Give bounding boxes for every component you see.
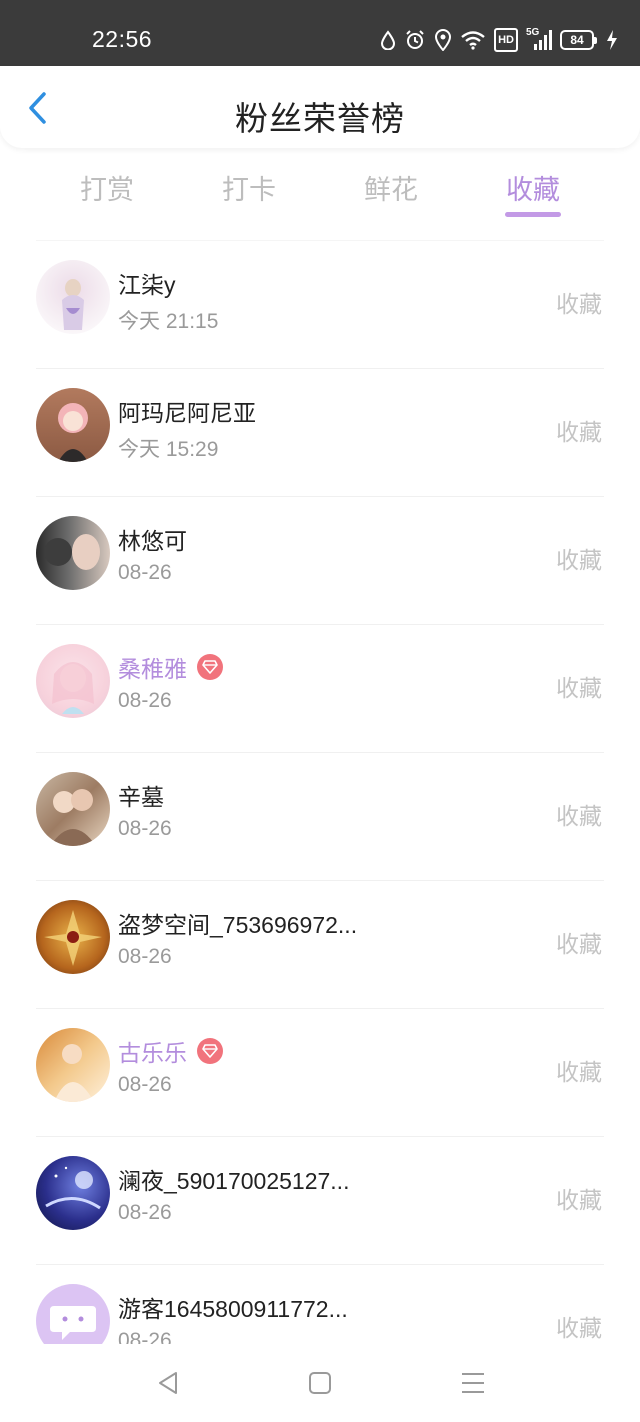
diamond-icon (197, 654, 223, 680)
alarm-icon (404, 28, 426, 52)
fan-time: 08-26 (118, 1329, 172, 1344)
name-line: 林悠可 (118, 522, 187, 556)
nav-back-button[interactable] (148, 1366, 188, 1400)
avatar[interactable] (36, 1028, 110, 1102)
fan-time: 08-26 (118, 561, 172, 584)
list-item[interactable]: 林悠可 08-26 收藏 (36, 496, 604, 624)
name-line: 盗梦空间_753696972... (118, 906, 357, 940)
charging-icon (606, 28, 618, 52)
fan-name: 阿玛尼阿尼亚 (118, 400, 256, 426)
avatar[interactable] (36, 772, 110, 846)
diamond-icon (197, 1038, 223, 1064)
list-item[interactable]: 游客1645800911772... 08-26 收藏 (36, 1264, 604, 1344)
status-icons: HD 5G 84 (380, 26, 618, 54)
nav-menu-button[interactable] (453, 1366, 493, 1400)
menu-lines-icon (462, 1373, 484, 1393)
fan-time: 今天 21:15 (118, 310, 219, 333)
action-label: 收藏 (556, 1059, 602, 1085)
status-bar: 22:56 HD 5G 84 (0, 0, 640, 66)
name-line: 澜夜_590170025127... (118, 1162, 349, 1196)
battery-icon: 84 (560, 30, 597, 50)
tab-checkin[interactable]: 打卡 (199, 168, 299, 207)
fan-name: 江柒y (118, 272, 176, 298)
app-header: 粉丝荣誉榜 (0, 66, 640, 148)
tab-favorites[interactable]: 收藏 (483, 168, 583, 207)
fan-name: 盗梦空间_753696972... (118, 912, 358, 938)
avatar[interactable] (36, 1284, 110, 1344)
wifi-icon (460, 28, 486, 52)
avatar[interactable] (36, 900, 110, 974)
tab-tip[interactable]: 打赏 (57, 168, 157, 207)
list-item[interactable]: 盗梦空间_753696972... 08-26 收藏 (36, 880, 604, 1008)
list-item[interactable]: 古乐乐 08-26 收藏 (36, 1008, 604, 1136)
name-line: 阿玛尼阿尼亚 (118, 394, 256, 428)
back-triangle-icon (159, 1372, 177, 1394)
page-title: 粉丝荣誉榜 (235, 100, 405, 137)
name-line: 桑稚雅 (118, 650, 223, 684)
action-label: 收藏 (556, 1187, 602, 1213)
avatar[interactable] (36, 516, 110, 590)
action-label: 收藏 (556, 803, 602, 829)
action-label: 收藏 (556, 547, 602, 573)
guest-chat-icon (50, 1306, 96, 1340)
active-tab-indicator (505, 212, 561, 217)
fan-time: 08-26 (118, 945, 172, 968)
fan-name: 林悠可 (118, 528, 187, 554)
fan-name: 辛墓 (118, 784, 164, 810)
avatar[interactable] (36, 644, 110, 718)
home-square-icon (309, 1372, 331, 1394)
fan-list: 江柒y 今天 21:15 收藏 阿玛尼阿尼亚 今天 15:29 收藏 林悠可 0… (0, 240, 640, 1344)
drop-icon (380, 28, 396, 52)
avatar[interactable] (36, 1156, 110, 1230)
status-time: 22:56 (92, 26, 153, 52)
list-item[interactable]: 桑稚雅 08-26 收藏 (36, 624, 604, 752)
name-line: 游客1645800911772... (118, 1290, 348, 1324)
list-item[interactable]: 江柒y 今天 21:15 收藏 (36, 240, 604, 368)
tab-bar: 打赏 打卡 鲜花 收藏 (0, 160, 640, 240)
system-nav-bar (0, 1344, 640, 1422)
fan-name: 澜夜_590170025127... (118, 1168, 350, 1194)
tab-flowers[interactable]: 鲜花 (341, 168, 441, 207)
name-line: 古乐乐 (118, 1034, 223, 1068)
signal-icon: 5G (526, 28, 552, 52)
fan-time: 08-26 (118, 1201, 172, 1224)
action-label: 收藏 (556, 931, 602, 957)
fan-name: 古乐乐 (118, 1040, 187, 1066)
avatar[interactable] (36, 260, 110, 334)
avatar[interactable] (36, 388, 110, 462)
list-item[interactable]: 澜夜_590170025127... 08-26 收藏 (36, 1136, 604, 1264)
fan-name: 游客1645800911772... (118, 1296, 348, 1322)
action-label: 收藏 (556, 1315, 602, 1341)
action-label: 收藏 (556, 291, 602, 317)
network-label: 5G (526, 27, 540, 38)
fan-time: 08-26 (118, 689, 172, 712)
fan-time: 08-26 (118, 1073, 172, 1096)
name-line: 江柒y (118, 266, 176, 300)
hd-icon: HD (494, 28, 518, 52)
list-item[interactable]: 阿玛尼阿尼亚 今天 15:29 收藏 (36, 368, 604, 496)
list-item[interactable]: 辛墓 08-26 收藏 (36, 752, 604, 880)
action-label: 收藏 (556, 675, 602, 701)
fan-name: 桑稚雅 (118, 656, 187, 682)
nav-home-button[interactable] (300, 1366, 340, 1400)
action-label: 收藏 (556, 419, 602, 445)
location-icon (434, 28, 452, 52)
fan-time: 08-26 (118, 817, 172, 840)
fan-time: 今天 15:29 (118, 438, 219, 461)
name-line: 辛墓 (118, 778, 164, 812)
